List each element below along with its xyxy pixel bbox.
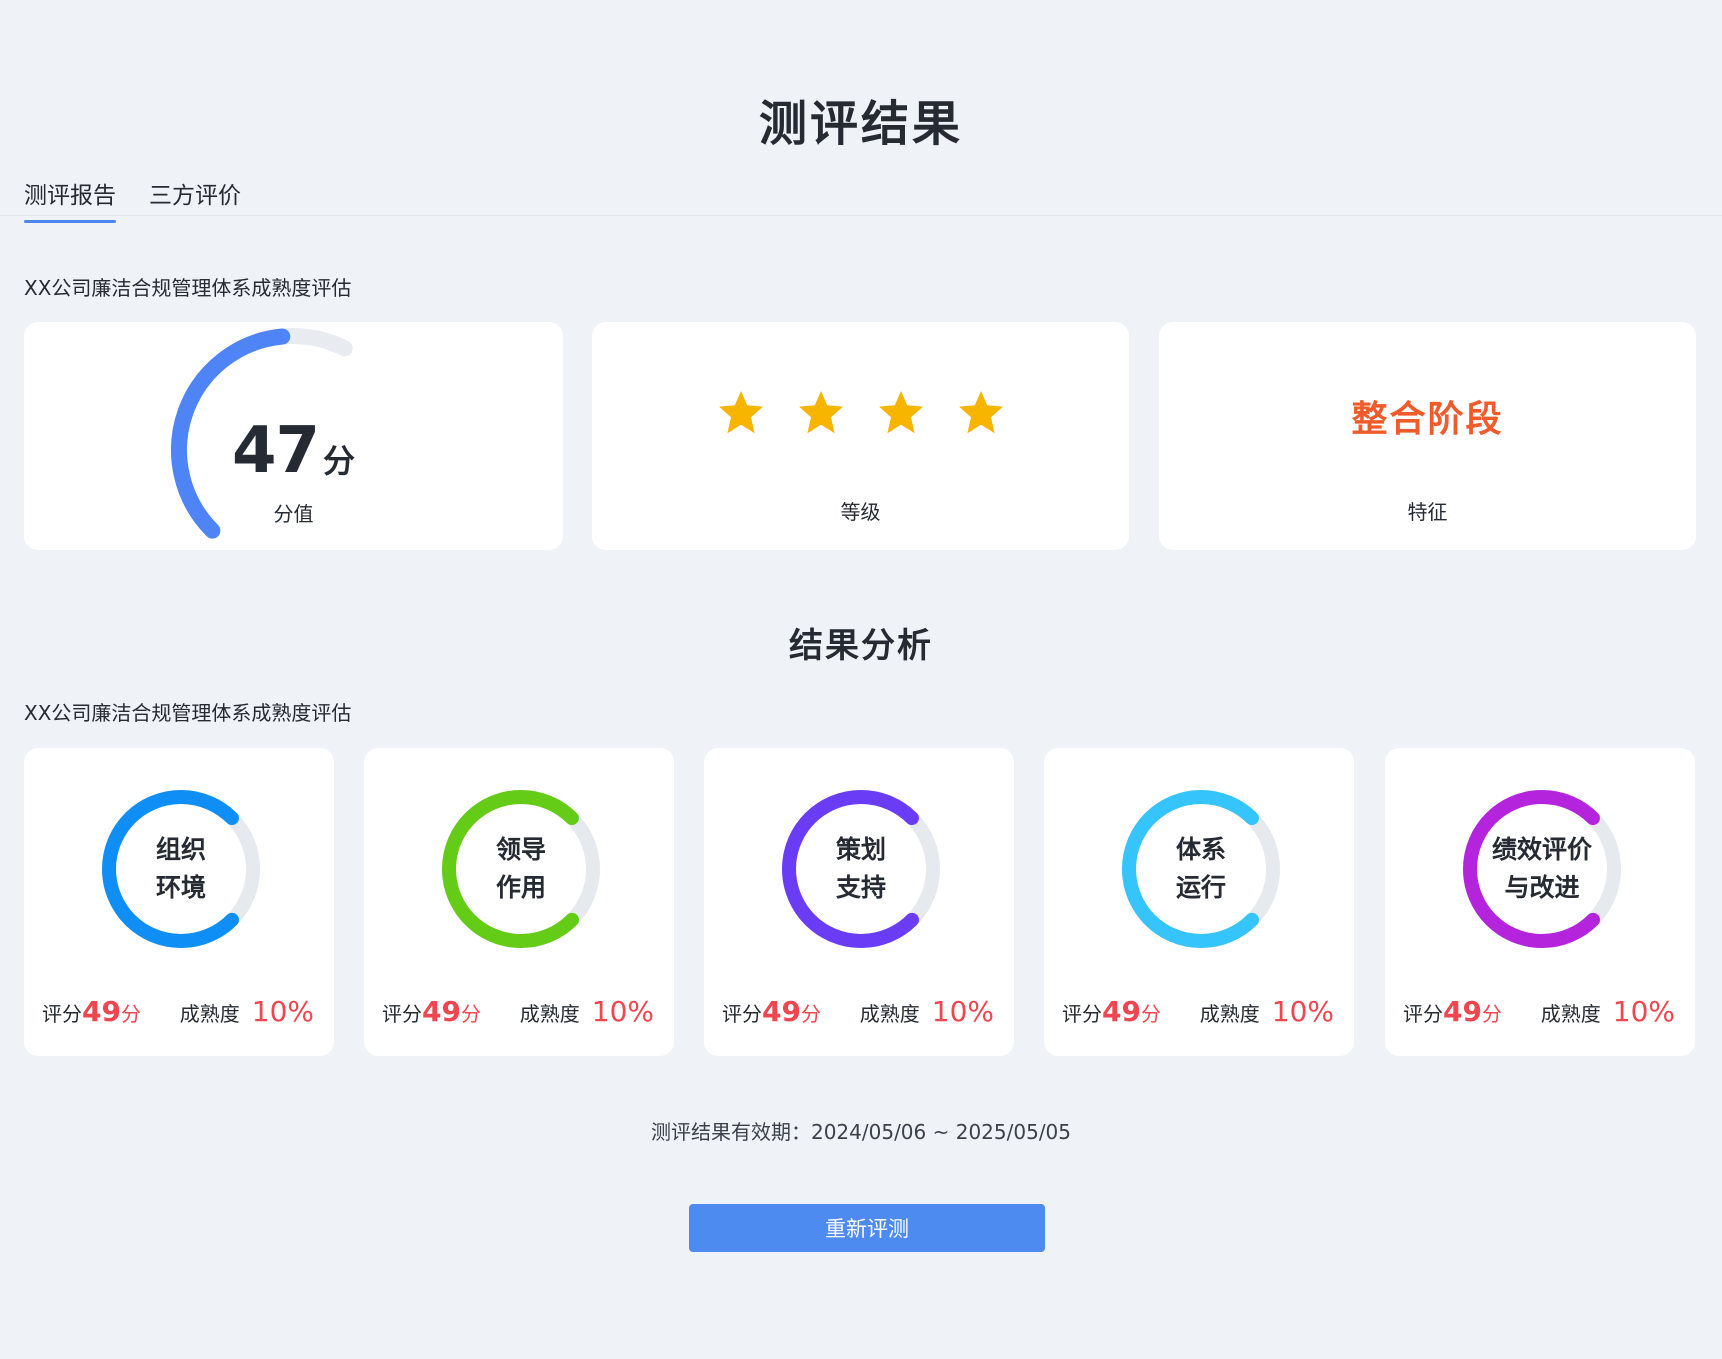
grade-card: 等级 bbox=[592, 322, 1129, 550]
ring-label-line1: 领导 bbox=[495, 835, 546, 864]
ring-label-line1: 体系 bbox=[1175, 835, 1226, 864]
ring-label-line1: 绩效评价 bbox=[1491, 835, 1592, 864]
tab-bar: 测评报告 三方评价 bbox=[0, 168, 1722, 223]
star-icon bbox=[798, 391, 843, 434]
metric-score: 评分49分 bbox=[42, 995, 141, 1028]
maturity-label: 成熟度 bbox=[859, 1002, 920, 1026]
metric-score: 评分49分 bbox=[722, 995, 821, 1028]
score-number: 47 bbox=[231, 414, 320, 488]
ring-label-line1: 策划 bbox=[835, 835, 886, 864]
analysis-title: 结果分析 bbox=[789, 626, 933, 666]
ring-label-line2: 作用 bbox=[495, 873, 546, 902]
maturity-label: 成熟度 bbox=[179, 1002, 240, 1026]
feature-value: 整合阶段 bbox=[1351, 399, 1504, 440]
maturity-label: 成熟度 bbox=[1199, 1002, 1260, 1026]
metric-maturity: 成熟度 10% bbox=[1541, 995, 1675, 1028]
metrics: 评分49分 成熟度 10% bbox=[1044, 988, 1354, 1028]
score-prefix: 评分 bbox=[382, 1002, 422, 1026]
score-unit: 分 bbox=[1140, 1002, 1161, 1026]
ring-label: 组织 环境 bbox=[96, 784, 266, 954]
ring-label-line2: 环境 bbox=[155, 873, 206, 902]
score-prefix: 评分 bbox=[1403, 1002, 1443, 1026]
maturity-val: 10% bbox=[251, 995, 314, 1028]
maturity-val: 10% bbox=[1271, 995, 1334, 1028]
analysis-card-org-environment: 组织环境 评分49分 成熟度 10% bbox=[24, 748, 334, 1056]
metric-score: 评分49分 bbox=[1403, 995, 1502, 1028]
score-unit: 分 bbox=[1481, 1002, 1502, 1026]
maturity-val: 10% bbox=[591, 995, 654, 1028]
metrics: 评分49分 成熟度 10% bbox=[1385, 988, 1695, 1028]
feature-card: 整合阶段 特征 bbox=[1159, 322, 1696, 550]
feature-label: 特征 bbox=[1407, 500, 1448, 524]
score-val: 49 bbox=[422, 995, 461, 1028]
score-card: 47 分 分值 bbox=[24, 322, 563, 550]
ring-label-line2: 与改进 bbox=[1504, 873, 1580, 902]
analysis-subtitle: XX公司廉洁合规管理体系成熟度评估 bbox=[24, 701, 352, 725]
tab-third-party[interactable]: 三方评价 bbox=[149, 176, 241, 222]
metrics: 评分49分 成熟度 10% bbox=[24, 988, 334, 1028]
score-val: 49 bbox=[1443, 995, 1482, 1028]
metrics: 评分49分 成熟度 10% bbox=[704, 988, 1014, 1028]
metric-maturity: 成熟度 10% bbox=[520, 995, 654, 1028]
star-icon bbox=[878, 391, 923, 434]
score-value: 47 分 bbox=[24, 414, 563, 488]
score-prefix: 评分 bbox=[42, 1002, 82, 1026]
ring-label: 领导 作用 bbox=[436, 784, 606, 954]
ring-label: 体系 运行 bbox=[1116, 784, 1286, 954]
maturity-label: 成熟度 bbox=[1540, 1002, 1601, 1026]
metric-score: 评分49分 bbox=[382, 995, 481, 1028]
analysis-card-performance-improvement: 绩效评价与改进 评分49分 成熟度 10% bbox=[1385, 748, 1695, 1056]
ring-label-line1: 组织 bbox=[155, 835, 206, 864]
ring-label: 策划 支持 bbox=[776, 784, 946, 954]
score-unit: 分 bbox=[323, 442, 356, 480]
score-unit: 分 bbox=[800, 1002, 821, 1026]
score-label: 分值 bbox=[273, 502, 314, 526]
analysis-card-system-operation: 体系运行 评分49分 成熟度 10% bbox=[1044, 748, 1354, 1056]
metrics: 评分49分 成熟度 10% bbox=[364, 988, 674, 1028]
maturity-val: 10% bbox=[931, 995, 994, 1028]
score-val: 49 bbox=[82, 995, 121, 1028]
score-prefix: 评分 bbox=[722, 1002, 762, 1026]
metric-maturity: 成熟度 10% bbox=[860, 995, 994, 1028]
star-icon bbox=[958, 391, 1003, 434]
grade-stars bbox=[592, 390, 1129, 440]
metric-maturity: 成熟度 10% bbox=[180, 995, 314, 1028]
ring-label-line2: 支持 bbox=[835, 873, 886, 902]
maturity-label: 成熟度 bbox=[519, 1002, 580, 1026]
score-prefix: 评分 bbox=[1062, 1002, 1102, 1026]
tab-report[interactable]: 测评报告 bbox=[24, 176, 116, 223]
ring-label: 绩效评价 与改进 bbox=[1457, 784, 1627, 954]
grade-label: 等级 bbox=[840, 500, 881, 524]
score-unit: 分 bbox=[120, 1002, 141, 1026]
page-title: 测评结果 bbox=[758, 96, 963, 152]
maturity-val: 10% bbox=[1612, 995, 1675, 1028]
validity-period: 测评结果有效期：2024/05/06 ~ 2025/05/05 bbox=[650, 1120, 1072, 1144]
score-unit: 分 bbox=[460, 1002, 481, 1026]
ring-label-line2: 运行 bbox=[1175, 873, 1226, 902]
metric-score: 评分49分 bbox=[1062, 995, 1161, 1028]
report-subtitle: XX公司廉洁合规管理体系成熟度评估 bbox=[24, 276, 352, 300]
analysis-card-leadership: 领导作用 评分49分 成熟度 10% bbox=[364, 748, 674, 1056]
metric-maturity: 成熟度 10% bbox=[1200, 995, 1334, 1028]
analysis-card-planning-support: 策划支持 评分49分 成熟度 10% bbox=[704, 748, 1014, 1056]
star-icon bbox=[718, 391, 763, 434]
retest-button[interactable]: 重新评测 bbox=[689, 1204, 1045, 1252]
score-val: 49 bbox=[762, 995, 801, 1028]
score-val: 49 bbox=[1102, 995, 1141, 1028]
